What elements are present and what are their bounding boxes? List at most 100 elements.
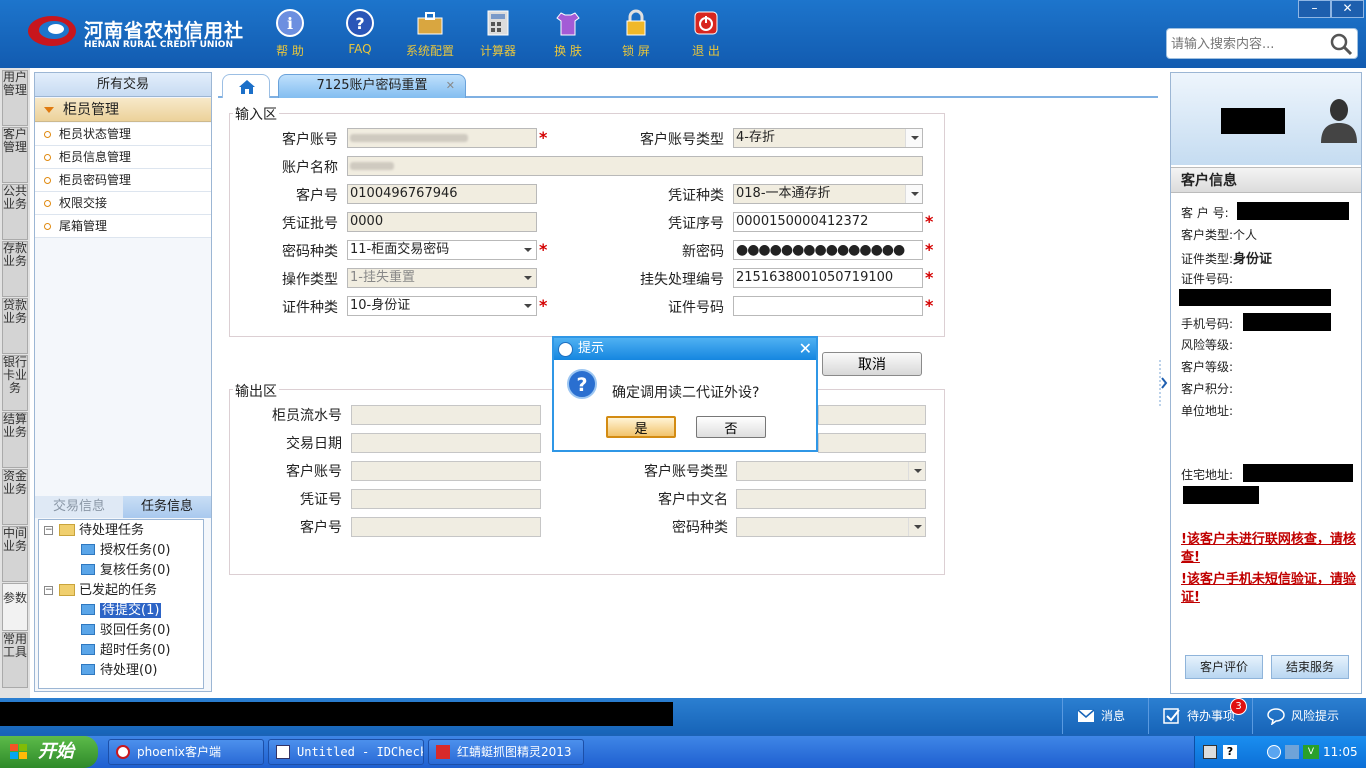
help-button[interactable]: i 帮 助 [258,8,322,59]
customer-account-field[interactable] [347,128,537,148]
task-phoenix-client[interactable]: phoenix客户端 [108,739,264,765]
label-output-customer-account: 客户账号 [286,464,342,480]
panel-splitter-handle[interactable] [1158,360,1168,406]
tab-task-info[interactable]: 任务信息 [123,496,211,518]
task-screenshot-tool[interactable]: 红蜻蜓抓图精灵2013 [428,739,584,765]
vtab-settlement[interactable]: 结算业务 [2,412,28,468]
id-kind-value: 10-身份证 [350,298,411,313]
change-skin-button[interactable]: 换 肤 [536,8,600,59]
vtab-loan[interactable]: 贷款业务 [2,298,28,354]
tree-node-review-tasks[interactable]: 复核任务(0) [81,562,170,580]
label-customer-type: 客户类型:个人 [1181,226,1257,243]
loss-report-no-field[interactable]: 2151638001050719100 [733,268,923,288]
menu-item-teller-password[interactable]: 柜员密码管理 [35,169,211,192]
password-kind-select[interactable]: 11-柜面交易密码 [347,240,537,260]
minimize-button[interactable]: – [1298,0,1331,18]
collapse-icon[interactable]: − [44,526,53,535]
keyboard-icon[interactable] [1203,745,1217,759]
tree-node-pending[interactable]: 待处理任务 [59,522,144,540]
label-account-type: 客户账号类型 [640,132,724,148]
phoenix-app-icon [116,745,130,759]
id-kind-select[interactable]: 10-身份证 [347,296,537,316]
antivirus-icon[interactable]: V [1303,745,1319,759]
task-idcheck[interactable]: Untitled - IDCheck [268,739,424,765]
tree-node-timeout[interactable]: 超时任务(0) [81,642,170,660]
vtab-deposit[interactable]: 存款业务 [2,241,28,297]
clock: 11:05 [1323,745,1358,759]
redacted-phone [1243,313,1331,331]
yes-button[interactable]: 是 [606,416,676,438]
close-tab-icon[interactable]: ✕ [446,75,455,97]
faq-icon: ? [346,9,374,37]
messages-button[interactable]: 消息 [1062,698,1148,734]
chevron-down-icon[interactable] [905,185,922,203]
task-icon [81,564,95,575]
vtab-bank-card[interactable]: 银行卡业务 [2,355,28,411]
network-icon[interactable] [1285,745,1299,759]
expand-arrow-icon [44,107,54,113]
cancel-button[interactable]: 取消 [822,352,922,376]
end-service-button[interactable]: 结束服务 [1271,655,1349,679]
help-tray-icon[interactable]: ? [1223,745,1237,759]
dialog-close-icon[interactable]: ✕ [799,338,812,360]
no-button[interactable]: 否 [696,416,766,438]
voucher-batch-field[interactable]: 0000 [347,212,537,232]
chevron-down-icon[interactable] [905,129,922,147]
chevron-down-icon[interactable] [519,269,536,287]
menu-item-teller-info[interactable]: 柜员信息管理 [35,146,211,169]
tab-transaction-info[interactable]: 交易信息 [35,496,123,518]
teller-management-group[interactable]: 柜员管理 [35,98,211,122]
lock-icon [626,9,646,36]
calculator-label: 计算器 [479,44,516,58]
search-input[interactable] [1171,34,1321,54]
close-window-button[interactable]: ✕ [1331,0,1364,18]
tab-account-password-reset[interactable]: 7125账户密码重置 ✕ [278,74,466,98]
menu-item-teller-status[interactable]: 柜员状态管理 [35,123,211,146]
collapse-icon[interactable]: − [44,586,53,595]
account-name-field[interactable] [347,156,923,176]
tree-node-initiated[interactable]: 已发起的任务 [59,582,157,600]
start-button[interactable]: 开始 [0,736,98,768]
customer-evaluation-button[interactable]: 客户评价 [1185,655,1263,679]
risk-alert-button[interactable]: 风险提示 [1252,698,1366,734]
search-icon[interactable] [1329,32,1353,56]
system-config-button[interactable]: 系统配置 [398,8,462,59]
exit-label: 退 出 [692,44,720,58]
calculator-button[interactable]: 计算器 [466,8,530,59]
tree-node-to-process[interactable]: 待处理(0) [81,662,157,680]
all-transactions-header[interactable]: 所有交易 [35,73,211,97]
lock-screen-button[interactable]: 锁 屏 [604,8,668,59]
faq-button[interactable]: ? FAQ [328,8,392,56]
vtab-public-business[interactable]: 公共业务 [2,184,28,240]
tree-node-to-submit[interactable]: 待提交(1) [81,602,162,620]
voucher-seq-field[interactable]: 0000150000412372 [733,212,923,232]
dialog-message: 确定调用读二代证外设? [612,385,760,401]
vtab-customer-management[interactable]: 客户管理 [2,127,28,183]
operation-type-select[interactable]: 1-挂失重置 [347,268,537,288]
vtab-user-management[interactable]: 用户管理 [2,70,28,126]
menu-item-cash-box[interactable]: 尾箱管理 [35,215,211,238]
vtab-common-tools[interactable]: 常用工具 [2,632,28,688]
label-output-customer-no: 客户号 [300,520,342,536]
exit-button[interactable]: 退 出 [674,8,738,59]
windows-taskbar: 开始 phoenix客户端 Untitled - IDCheck 红蜻蜓抓图精灵… [0,736,1366,768]
chevron-down-icon[interactable] [519,297,536,315]
home-tab[interactable] [222,74,270,98]
warning-network-verify-link[interactable]: !该客户未进行联网核查，请核查! [1181,531,1359,567]
vtab-intermediary[interactable]: 中间业务 [2,526,28,582]
tree-node-authorization-tasks[interactable]: 授权任务(0) [81,542,170,560]
chevron-down-icon[interactable] [519,241,536,259]
warning-sms-verify-link[interactable]: !该客户手机未短信验证，请验证! [1181,571,1359,607]
account-type-select[interactable]: 4-存折 [733,128,923,148]
new-password-field[interactable]: ●●●●●●●●●●●●●●● [733,240,923,260]
voucher-kind-select[interactable]: 018-一本通存折 [733,184,923,204]
vtab-funds[interactable]: 资金业务 [2,469,28,525]
folder-icon [59,524,75,536]
tree-node-rejected[interactable]: 驳回任务(0) [81,622,170,640]
menu-item-permission-handover[interactable]: 权限交接 [35,192,211,215]
vtab-parameters[interactable]: 参数 [2,583,28,631]
back-icon[interactable] [1267,745,1281,759]
customer-no-field[interactable]: 0100496767946 [347,184,537,204]
id-number-field[interactable] [733,296,923,316]
power-icon [694,11,718,35]
